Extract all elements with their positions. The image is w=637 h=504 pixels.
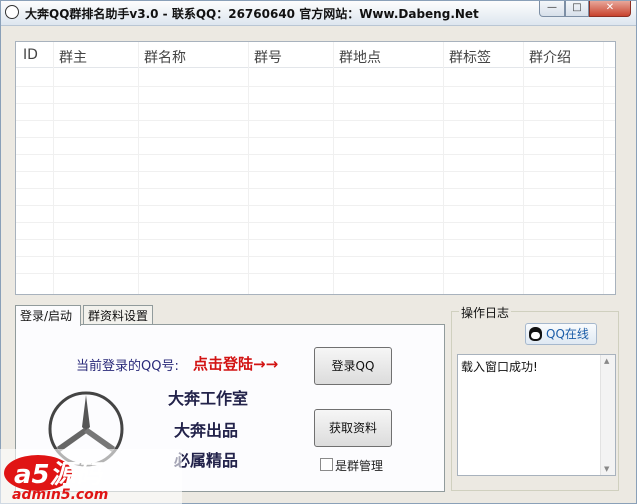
group-admin-checkbox[interactable]: 是群管理	[320, 457, 383, 474]
log-line: 载入窗口成功!	[461, 360, 538, 374]
row-divider	[16, 239, 615, 240]
scroll-up-icon[interactable]: ▲	[604, 357, 609, 365]
maximize-button[interactable]: □	[565, 1, 589, 17]
close-button[interactable]: ✕	[589, 1, 631, 17]
minimize-button[interactable]: —	[539, 1, 565, 17]
row-divider	[16, 137, 615, 138]
watermark-url: admin5.com	[12, 487, 108, 503]
fetch-info-button[interactable]: 获取资料	[314, 409, 392, 447]
log-textarea[interactable]: 载入窗口成功! ▲ ▼	[457, 354, 616, 476]
studio-slogan-2: 必属精品	[174, 451, 239, 470]
row-divider	[16, 273, 615, 274]
row-divider	[16, 120, 615, 121]
column-header-intro[interactable]: 群介绍	[529, 47, 571, 67]
column-header-group-name[interactable]: 群名称	[144, 47, 186, 67]
row-divider	[16, 171, 615, 172]
checkbox-square[interactable]	[320, 458, 333, 471]
login-prompt[interactable]: 点击登陆→→	[193, 353, 278, 374]
column-header-owner[interactable]: 群主	[59, 47, 87, 67]
studio-name: 大奔工作室	[168, 389, 249, 408]
row-divider	[16, 154, 615, 155]
scroll-down-icon[interactable]: ▼	[604, 465, 609, 473]
qq-penguin-icon	[529, 327, 542, 341]
list-header: ID 群主 群名称 群号 群地点 群标签 群介绍	[16, 42, 615, 68]
app-window: 大奔QQ群排名助手v3.0 - 联系QQ：26760640 官方网站：Www.D…	[0, 0, 637, 504]
qq-online-button[interactable]: QQ在线	[525, 323, 597, 345]
group-list[interactable]: ID 群主 群名称 群号 群地点 群标签 群介绍	[15, 41, 616, 295]
group-admin-label: 是群管理	[335, 459, 384, 473]
qq-online-label: QQ在线	[546, 327, 589, 341]
watermark-brand: a5源码	[14, 460, 104, 490]
column-header-location[interactable]: 群地点	[339, 47, 381, 67]
row-divider	[16, 222, 615, 223]
row-divider	[16, 188, 615, 189]
window-title: 大奔QQ群排名助手v3.0 - 联系QQ：26760640 官方网站：Www.D…	[25, 7, 479, 21]
login-qq-button[interactable]: 登录QQ	[314, 347, 392, 385]
tab-login-start[interactable]: 登录/启动	[15, 305, 81, 326]
title-bar[interactable]: 大奔QQ群排名助手v3.0 - 联系QQ：26760640 官方网站：Www.D…	[1, 1, 636, 26]
row-divider	[16, 103, 615, 104]
column-header-id[interactable]: ID	[23, 47, 38, 63]
log-groupbox: 操作日志 QQ在线 载入窗口成功! ▲ ▼	[451, 304, 619, 491]
row-divider	[16, 256, 615, 257]
watermark: a5源码 admin5.com	[0, 449, 182, 504]
log-title: 操作日志	[459, 304, 512, 321]
current-qq-label: 当前登录的QQ号:	[76, 359, 179, 374]
app-icon	[5, 5, 19, 19]
tab-group-settings[interactable]: 群资料设置	[83, 305, 153, 325]
studio-slogan-1: 大奔出品	[174, 421, 239, 440]
column-header-tags[interactable]: 群标签	[449, 47, 491, 67]
row-divider	[16, 205, 615, 206]
log-scrollbar[interactable]: ▲ ▼	[600, 355, 615, 475]
column-header-group-number[interactable]: 群号	[254, 47, 282, 67]
row-divider	[16, 86, 615, 87]
